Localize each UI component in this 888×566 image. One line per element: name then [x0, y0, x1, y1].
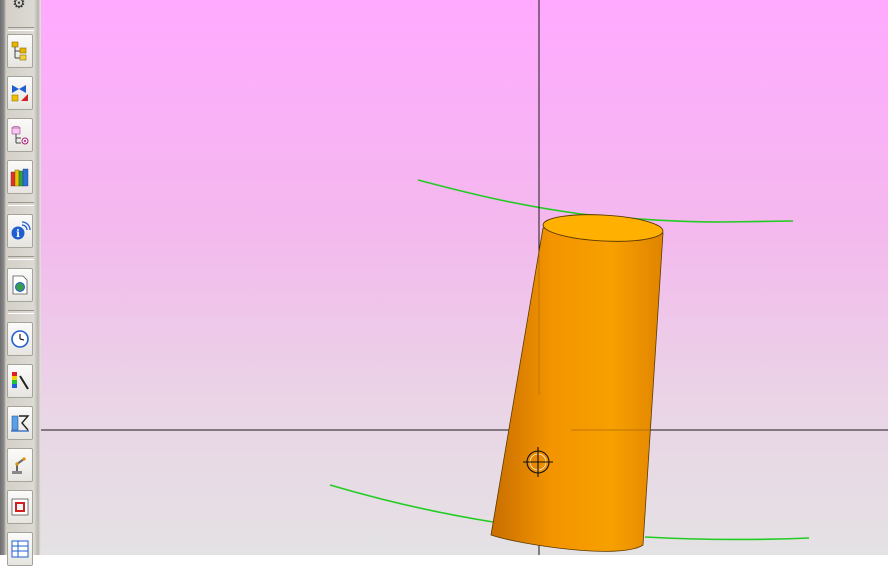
- constraint-bowtie-icon: [11, 85, 28, 102]
- guide-curve-bottom-right: [644, 536, 810, 541]
- toolbar-separator: [8, 27, 34, 31]
- report-window-button[interactable]: [7, 490, 33, 524]
- grid-panel-icon: [11, 540, 29, 558]
- hierarchy-tree-button[interactable]: [7, 34, 33, 68]
- database-tree-icon: [11, 126, 29, 145]
- clock-button[interactable]: [7, 322, 33, 356]
- robot-arm-button[interactable]: [7, 448, 33, 482]
- clock-icon: [11, 330, 29, 348]
- color-scale-button[interactable]: [7, 364, 33, 398]
- toolbar-separator: [8, 310, 34, 314]
- constraint-bowtie-button[interactable]: [7, 76, 33, 110]
- toolbar-separator: [8, 202, 34, 206]
- report-window-icon: [11, 498, 29, 516]
- info-signal-button[interactable]: i: [7, 214, 33, 248]
- cylinder-body: [490, 227, 664, 552]
- analysis-tool-button[interactable]: [7, 406, 33, 440]
- left-toolbar: ⚙ i: [0, 0, 41, 566]
- analysis-tool-icon: [11, 415, 30, 432]
- guide-curve-bottom: [329, 484, 494, 523]
- robot-arm-icon: [12, 457, 26, 474]
- document-globe-button[interactable]: [7, 268, 33, 302]
- library-books-button[interactable]: [7, 160, 33, 194]
- color-scale-icon: [12, 372, 29, 390]
- hierarchy-tree-icon: [11, 41, 27, 61]
- gear-icon[interactable]: ⚙: [9, 0, 29, 12]
- 3d-viewport[interactable]: [41, 0, 888, 555]
- database-tree-button[interactable]: [7, 118, 33, 152]
- info-signal-icon: i: [11, 221, 31, 240]
- scene-canvas[interactable]: [41, 0, 888, 555]
- svg-text:i: i: [16, 229, 20, 240]
- document-globe-icon: [12, 275, 28, 295]
- library-books-icon: [10, 168, 29, 187]
- grid-panel-button[interactable]: [7, 532, 33, 566]
- toolbar-separator: [8, 256, 34, 260]
